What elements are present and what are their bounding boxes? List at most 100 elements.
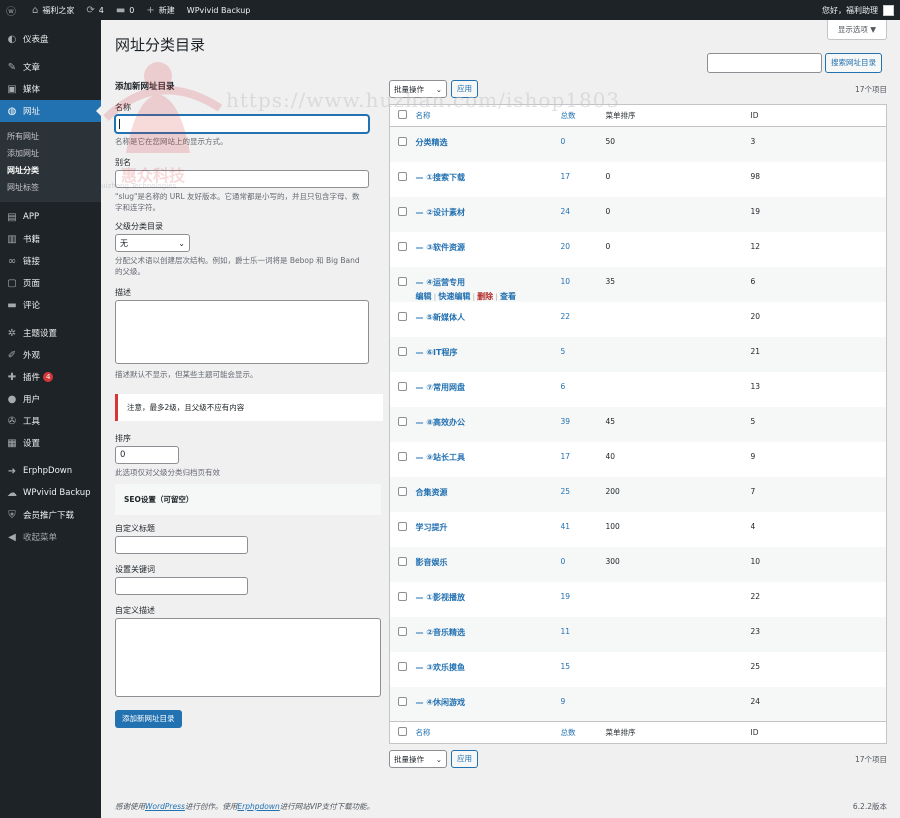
site-name-link[interactable]: ⌂ 福利之家 xyxy=(26,0,80,20)
term-name-link[interactable]: — ⑤新媒体人 xyxy=(416,313,466,322)
menu-sites[interactable]: ◍ 网址 xyxy=(0,100,101,122)
term-count-link[interactable]: 17 xyxy=(561,172,571,181)
add-term-button[interactable]: 添加新网址目录 xyxy=(115,710,182,728)
select-all-checkbox[interactable] xyxy=(398,110,407,119)
edit-link[interactable]: 编辑 xyxy=(416,292,432,301)
row-checkbox[interactable] xyxy=(398,171,407,181)
bulk-actions-select[interactable]: 批量操作 ⌄ xyxy=(389,80,447,98)
seo-keywords-field[interactable] xyxy=(115,577,248,595)
term-name-link[interactable]: — ①搜索下载 xyxy=(416,173,466,182)
menu-wpvivid[interactable]: ☁ WPvivid Backup xyxy=(0,482,101,504)
term-count-link[interactable]: 39 xyxy=(561,417,571,426)
select-all-checkbox-footer[interactable] xyxy=(398,727,407,736)
row-checkbox[interactable] xyxy=(398,346,407,356)
menu-dashboard[interactable]: ◐ 仪表盘 xyxy=(0,28,101,50)
row-checkbox[interactable] xyxy=(398,661,407,671)
wordpress-logo[interactable]: ⓦ xyxy=(0,0,26,20)
term-count-link[interactable]: 0 xyxy=(561,557,566,566)
menu-posts[interactable]: ✎ 文章 xyxy=(0,56,101,78)
updates-link[interactable]: ⟳ 4 xyxy=(80,0,109,20)
term-name-link[interactable]: — ①影视播放 xyxy=(416,593,466,602)
term-name-link[interactable]: — ③欢乐摸鱼 xyxy=(416,663,466,672)
erphpdown-link[interactable]: Erphpdown xyxy=(237,802,279,811)
column-count-sort-footer[interactable]: 总数 xyxy=(561,728,576,737)
term-count-link[interactable]: 5 xyxy=(561,347,566,356)
submenu-site-categories[interactable]: 网址分类 xyxy=(0,162,101,179)
term-name-link[interactable]: — ②音乐精选 xyxy=(416,628,466,637)
term-count-link[interactable]: 25 xyxy=(561,487,571,496)
row-checkbox[interactable] xyxy=(398,591,407,601)
term-count-link[interactable]: 15 xyxy=(561,662,571,671)
row-checkbox[interactable] xyxy=(398,311,407,321)
name-field[interactable] xyxy=(115,115,369,133)
row-checkbox[interactable] xyxy=(398,206,407,216)
row-checkbox[interactable] xyxy=(398,486,407,496)
term-count-link[interactable]: 24 xyxy=(561,207,571,216)
term-name-link[interactable]: 学习提升 xyxy=(416,523,448,532)
term-name-link[interactable]: — ⑦常用网盘 xyxy=(416,383,466,392)
seo-description-textarea[interactable] xyxy=(115,618,381,697)
term-count-link[interactable]: 11 xyxy=(561,627,571,636)
column-count-sort[interactable]: 总数 xyxy=(561,111,576,120)
menu-app[interactable]: ▤ APP xyxy=(0,206,101,228)
menu-theme-settings[interactable]: ✲ 主题设置 xyxy=(0,322,101,344)
term-name-link[interactable]: 分类精选 xyxy=(416,138,448,147)
term-name-link[interactable]: 影音娱乐 xyxy=(416,558,448,567)
term-count-link[interactable]: 41 xyxy=(561,522,571,531)
menu-pages[interactable]: ▢ 页面 xyxy=(0,272,101,294)
submenu-site-tags[interactable]: 网址标签 xyxy=(0,179,101,196)
menu-erphpdown[interactable]: ➜ ErphpDown xyxy=(0,460,101,482)
term-count-link[interactable]: 10 xyxy=(561,277,571,286)
search-input[interactable] xyxy=(707,53,822,73)
menu-tools[interactable]: ✇ 工具 xyxy=(0,410,101,432)
account-menu[interactable]: 您好，福利助理 xyxy=(822,4,900,16)
comments-link[interactable]: ▬ 0 xyxy=(110,0,141,20)
term-name-link[interactable]: — ⑧高效办公 xyxy=(416,418,466,427)
menu-links[interactable]: ∞ 链接 xyxy=(0,250,101,272)
slug-field[interactable] xyxy=(115,170,369,188)
row-checkbox[interactable] xyxy=(398,416,407,426)
row-checkbox[interactable] xyxy=(398,137,407,146)
menu-books[interactable]: ▥ 书籍 xyxy=(0,228,101,250)
row-checkbox[interactable] xyxy=(398,276,407,286)
order-field[interactable]: 0 xyxy=(115,446,179,464)
view-link[interactable]: 查看 xyxy=(500,292,516,301)
submenu-all-sites[interactable]: 所有网址 xyxy=(0,128,101,145)
column-name-sort[interactable]: 名称 xyxy=(416,111,431,120)
term-count-link[interactable]: 22 xyxy=(561,312,571,321)
term-name-link[interactable]: — ④休闲游戏 xyxy=(416,698,466,707)
term-count-link[interactable]: 17 xyxy=(561,452,571,461)
submenu-add-site[interactable]: 添加网址 xyxy=(0,145,101,162)
term-name-link[interactable]: — ④运营专用 xyxy=(416,278,466,287)
menu-users[interactable]: ● 用户 xyxy=(0,388,101,410)
description-textarea[interactable] xyxy=(115,300,369,364)
menu-plugins[interactable]: ✚ 插件 4 xyxy=(0,366,101,388)
screen-options-button[interactable]: 显示选项 ▼ xyxy=(826,20,887,40)
term-name-link[interactable]: — ③软件资源 xyxy=(416,243,466,252)
row-checkbox[interactable] xyxy=(398,626,407,636)
row-checkbox[interactable] xyxy=(398,521,407,531)
apply-button[interactable]: 应用 xyxy=(451,80,478,98)
menu-member-promo[interactable]: ⛨ 会员推广下载 xyxy=(0,504,101,526)
row-checkbox[interactable] xyxy=(398,696,407,706)
seo-title-field[interactable] xyxy=(115,536,248,554)
menu-comments[interactable]: ▬ 评论 xyxy=(0,294,101,316)
term-name-link[interactable]: — ⑨站长工具 xyxy=(416,453,466,462)
wpvivid-link[interactable]: WPvivid Backup xyxy=(181,0,257,20)
menu-media[interactable]: ▣ 媒体 xyxy=(0,78,101,100)
menu-settings[interactable]: ▦ 设置 xyxy=(0,432,101,454)
term-name-link[interactable]: — ⑥IT程序 xyxy=(416,348,458,357)
wordpress-link[interactable]: WordPress xyxy=(145,802,185,811)
search-button[interactable]: 搜索网址目录 xyxy=(825,53,882,73)
term-name-link[interactable]: 合集资源 xyxy=(416,488,448,497)
apply-button-bottom[interactable]: 应用 xyxy=(451,750,478,768)
parent-select[interactable]: 无 ⌄ xyxy=(115,234,190,252)
delete-link[interactable]: 删除 xyxy=(477,292,493,301)
term-name-link[interactable]: — ②设计素材 xyxy=(416,208,466,217)
row-checkbox[interactable] xyxy=(398,381,407,391)
term-count-link[interactable]: 20 xyxy=(561,242,571,251)
column-name-sort-footer[interactable]: 名称 xyxy=(416,728,431,737)
row-checkbox[interactable] xyxy=(398,241,407,251)
row-checkbox[interactable] xyxy=(398,451,407,461)
menu-appearance[interactable]: ✐ 外观 xyxy=(0,344,101,366)
